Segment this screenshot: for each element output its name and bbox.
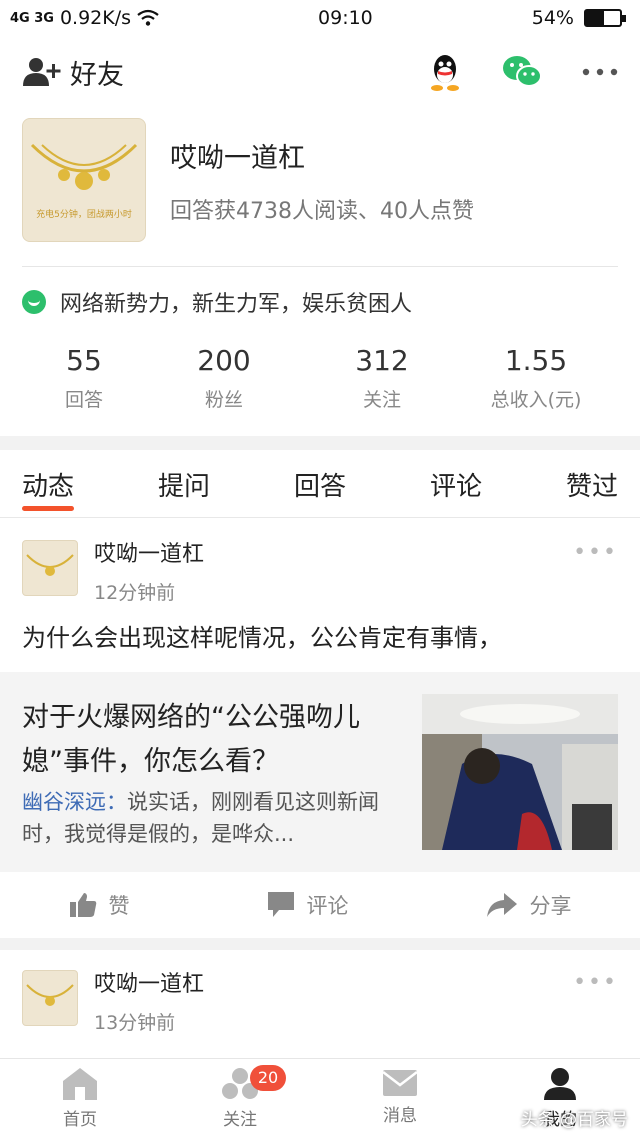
count-label: 总收入(元) [490, 389, 582, 411]
more-options-icon[interactable]: ••• [573, 970, 618, 995]
bio-text: 网络新势力，新生力军，娱乐贫困人 [60, 292, 413, 317]
like-button[interactable]: 赞 [69, 890, 130, 920]
share-icon [486, 893, 517, 917]
feed-time: 13分钟前 [94, 1012, 176, 1034]
count-label: 回答 [64, 389, 103, 411]
quote-author[interactable]: 幽谷深远： [22, 790, 127, 814]
count-value: 1.55 [504, 344, 568, 377]
wifi-icon [137, 9, 159, 26]
status-bar: 4G 3G 0.92K/s 09:10 54% [0, 0, 640, 36]
count-answers[interactable]: 55 回答 [0, 344, 168, 412]
quote-title: 对于火爆网络的“公公强吻儿媳”事件，你怎么看？ [22, 702, 360, 777]
bottom-label: 关注 [223, 1110, 257, 1130]
quoted-question-card[interactable]: 对于火爆网络的“公公强吻儿媳”事件，你怎么看？ 幽谷深远：说实话，刚刚看见这则新… [0, 672, 640, 872]
profile-name: 哎呦一道杠 [170, 143, 305, 174]
thumbs-up-icon [69, 893, 96, 917]
necklace-icon [30, 143, 138, 190]
profile-stats: 回答获4738人阅读、40人点赞 [170, 199, 474, 224]
signal-indicator: 4G 3G [10, 10, 54, 26]
bottom-tab-follow[interactable]: 关注 20 [180, 1059, 300, 1138]
feed-item-header: 哎呦一道杠 12分钟前 ••• [22, 536, 618, 605]
count-label: 粉丝 [204, 389, 243, 411]
section-separator [0, 436, 640, 450]
network-speed: 0.92K/s [59, 7, 132, 29]
necklace-icon [26, 554, 74, 576]
count-income[interactable]: 1.55 总收入(元) [484, 344, 588, 412]
user-icon [544, 1068, 576, 1100]
more-icon[interactable] [582, 68, 618, 76]
bottom-label: 首页 [63, 1110, 97, 1130]
qq-icon[interactable] [428, 52, 462, 92]
envelope-icon [382, 1070, 418, 1096]
comment-icon [267, 892, 294, 917]
tab-questions[interactable]: 提问 [158, 450, 210, 517]
friends-label: 好友 [70, 59, 124, 91]
avatar[interactable]: 充电5分钟，团战两小时 [22, 118, 146, 242]
bottom-tab-messages[interactable]: 消息 [340, 1059, 460, 1138]
avatar[interactable] [22, 540, 78, 596]
count-fans[interactable]: 200 粉丝 [168, 344, 280, 412]
profile-counts: 55 回答 200 粉丝 312 关注 1.55 总收入(元) [0, 344, 640, 412]
share-button[interactable]: 分享 [486, 890, 572, 920]
profile-header: 充电5分钟，团战两小时 哎呦一道杠 回答获4738人阅读、40人点赞 [22, 118, 618, 266]
status-left: 4G 3G 0.92K/s [10, 7, 159, 29]
battery-fill [585, 11, 605, 25]
home-icon [63, 1068, 97, 1100]
avatar-caption: 充电5分钟，团战两小时 [36, 209, 132, 220]
clock: 09:10 [318, 7, 373, 29]
tab-comments[interactable]: 评论 [430, 450, 482, 517]
necklace-icon [26, 984, 74, 1006]
tab-answers[interactable]: 回答 [294, 450, 346, 517]
bottom-tab-home[interactable]: 首页 [20, 1059, 140, 1138]
battery-percent: 54% [531, 7, 574, 29]
count-value: 200 [197, 344, 251, 377]
more-options-icon[interactable]: ••• [573, 540, 618, 565]
feed-item-header: 哎呦一道杠 13分钟前 ••• [22, 966, 618, 1035]
battery-icon [583, 9, 626, 27]
count-value: 55 [66, 344, 102, 377]
profile-tabs: 动态 提问 回答 评论 赞过 [0, 450, 640, 518]
profile-text: 哎呦一道杠 回答获4738人阅读、40人点赞 [170, 118, 474, 266]
tab-activity[interactable]: 动态 [22, 450, 75, 517]
feed-actions: 赞 评论 分享 [0, 874, 640, 936]
like-label: 赞 [108, 894, 130, 918]
status-right: 54% [531, 7, 626, 29]
feed-meta: 哎呦一道杠 13分钟前 [94, 966, 204, 1035]
feed-author[interactable]: 哎呦一道杠 [94, 966, 204, 998]
count-label: 关注 [362, 389, 401, 411]
bio: 网络新势力，新生力军，娱乐贫困人 [22, 286, 412, 318]
bottom-label: 消息 [383, 1106, 417, 1126]
divider [22, 266, 618, 267]
feed-meta: 哎呦一道杠 12分钟前 [94, 536, 204, 605]
section-separator [0, 938, 640, 950]
feed-author[interactable]: 哎呦一道杠 [94, 536, 204, 568]
tab-liked[interactable]: 赞过 [566, 450, 618, 517]
feed-time: 12分钟前 [94, 582, 176, 604]
share-label: 分享 [529, 894, 572, 918]
news-photo-image [422, 694, 618, 850]
verified-icon [22, 290, 46, 314]
count-following[interactable]: 312 关注 [280, 344, 484, 412]
news-photo [422, 694, 618, 850]
count-value: 312 [355, 344, 409, 377]
bottom-tab-bar: 首页 关注 20 消息 我的 头条 @百家号 [0, 1058, 640, 1138]
comment-label: 评论 [306, 894, 349, 918]
quote-excerpt: 幽谷深远：说实话，刚刚看见这则新闻时，我觉得是假的，是哗众... [22, 786, 402, 850]
add-friends-button[interactable]: 好友 [22, 53, 124, 92]
nav-right [428, 52, 618, 92]
watermark: 头条 @百家号 [520, 1110, 628, 1130]
wechat-icon[interactable] [502, 55, 542, 89]
top-nav: 好友 [0, 40, 640, 104]
avatar[interactable] [22, 970, 78, 1026]
notification-badge: 20 [250, 1065, 286, 1091]
add-person-icon [23, 58, 61, 86]
feed-text[interactable]: 为什么会出现这样呢情况，公公肯定有事情， [22, 618, 622, 653]
comment-button[interactable]: 评论 [267, 890, 349, 920]
